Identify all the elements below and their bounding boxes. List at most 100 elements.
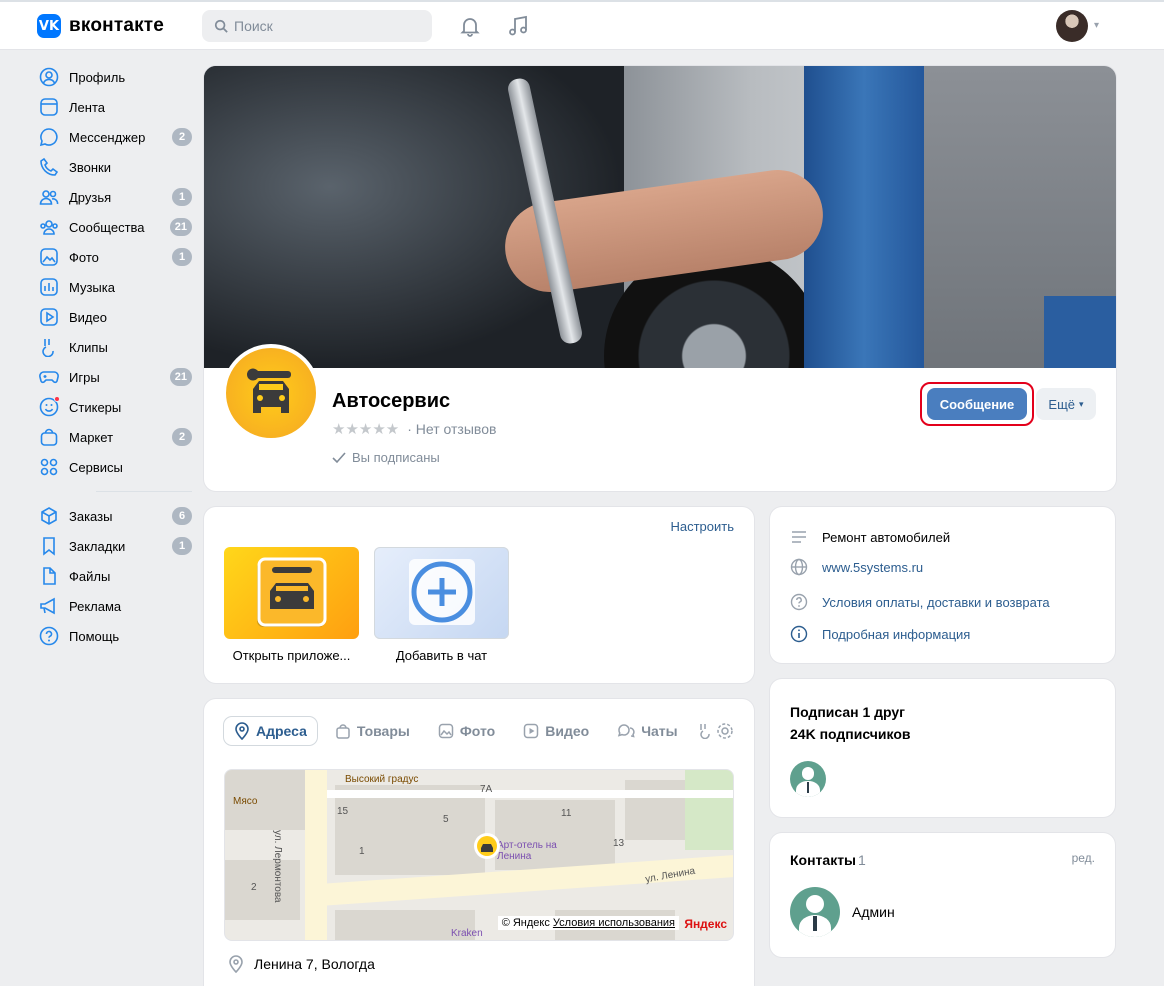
box-icon xyxy=(39,506,59,526)
subscribers-summary[interactable]: Подписан 1 друг 24K подписчиков xyxy=(790,701,910,745)
app-tile-add-chat[interactable] xyxy=(374,547,509,639)
sidebar-item[interactable]: Мессенджер 2 xyxy=(36,122,196,152)
info-circle-icon xyxy=(790,625,808,643)
sidebar-item-label: Закладки xyxy=(69,538,126,554)
music-icon xyxy=(39,277,59,297)
clips-icon[interactable] xyxy=(698,723,712,739)
left-sidebar: Профиль Лента Мессенджер 2 Звонки Друзья 1 Сооб… xyxy=(36,62,196,651)
map-number: 5 xyxy=(443,814,449,825)
sidebar-item[interactable]: Файлы xyxy=(36,561,196,591)
bell-icon[interactable] xyxy=(458,14,482,38)
map-marker-icon[interactable] xyxy=(473,832,501,860)
address-text: Ленина 7, Вологда xyxy=(254,956,375,972)
details-link[interactable]: Подробная информация xyxy=(822,627,970,642)
rating[interactable]: ★★★★★ · Нет отзывов xyxy=(332,420,496,438)
search-input[interactable] xyxy=(234,18,414,34)
vk-logo[interactable]: VK вконтакте xyxy=(37,14,164,38)
sidebar-item-label: Заказы xyxy=(69,508,113,524)
text-lines-icon xyxy=(790,528,808,546)
edit-contacts-link[interactable]: ред. xyxy=(1072,851,1095,865)
tab-addresses[interactable]: Адреса xyxy=(224,717,317,745)
sidebar-item-label: Стикеры xyxy=(69,399,122,415)
app-label-open[interactable]: Открыть приложе... xyxy=(224,648,359,663)
reviews-count[interactable]: · Нет отзывов xyxy=(407,421,496,437)
contact-avatar[interactable] xyxy=(790,887,840,937)
sidebar-item[interactable]: Звонки xyxy=(36,152,196,182)
gear-icon[interactable] xyxy=(716,722,734,740)
tab-video[interactable]: Видео xyxy=(513,717,599,745)
globe-icon xyxy=(790,558,808,576)
sidebar-item[interactable]: Лента xyxy=(36,92,196,122)
contact-name[interactable]: Админ xyxy=(852,904,895,920)
sidebar-item[interactable]: Стикеры xyxy=(36,392,196,422)
content-tabs: Адреса Товары Фото Видео Чаты xyxy=(224,717,696,745)
sidebar-item[interactable]: Друзья 1 xyxy=(36,182,196,212)
sidebar-item-label: Звонки xyxy=(69,159,111,175)
sidebar-item-label: Маркет xyxy=(69,429,114,445)
bookmark-icon xyxy=(39,536,59,556)
configure-link[interactable]: Настроить xyxy=(670,519,734,534)
market-bag-icon xyxy=(39,427,59,447)
music-note-icon[interactable] xyxy=(506,14,530,38)
sidebar-item-label: Реклама xyxy=(69,598,122,614)
sidebar-item[interactable]: Заказы 6 xyxy=(36,501,196,531)
tab-goods[interactable]: Товары xyxy=(325,717,420,745)
category-row: Ремонт автомобилей xyxy=(790,528,950,546)
map-terms-link[interactable]: Условия использования xyxy=(553,917,675,929)
contacts-title[interactable]: Контакты 1 xyxy=(790,852,866,868)
website-row[interactable]: www.5systems.ru xyxy=(790,558,923,576)
counter-badge: 21 xyxy=(169,368,192,386)
address-row[interactable]: Ленина 7, Вологда xyxy=(228,955,375,973)
sidebar-item-label: Игры xyxy=(69,369,100,385)
clips-icon xyxy=(39,337,59,357)
group-name: Автосервис xyxy=(332,390,451,412)
website-link[interactable]: www.5systems.ru xyxy=(822,560,923,575)
sidebar-item[interactable]: Клипы xyxy=(36,332,196,362)
sidebar-item[interactable]: Сервисы xyxy=(36,452,196,482)
map-number: 7А xyxy=(480,784,493,795)
tab-label: Товары xyxy=(356,723,410,739)
friends-subscribed: Подписан 1 друг xyxy=(790,704,906,720)
sidebar-item-label: Музыка xyxy=(69,279,115,295)
app-label-add-chat[interactable]: Добавить в чат xyxy=(374,648,509,663)
sidebar-item[interactable]: Помощь xyxy=(36,621,196,651)
chevron-down-icon[interactable]: ▾ xyxy=(1094,20,1099,31)
yandex-map[interactable]: Высокий градус Мясо ул. Лермонтова ул. Л… xyxy=(224,769,734,941)
message-button[interactable]: Сообщение xyxy=(927,388,1027,420)
terms-link[interactable]: Условия оплаты, доставки и возврата xyxy=(822,595,1050,610)
group-header-card: Автосервис ★★★★★ · Нет отзывов Вы подпис… xyxy=(204,66,1116,491)
group-avatar[interactable] xyxy=(222,344,320,442)
map-number: 15 xyxy=(337,806,349,817)
sidebar-item[interactable]: Маркет 2 xyxy=(36,422,196,452)
content-tabs-card: Адреса Товары Фото Видео Чаты Высокий гр… xyxy=(204,699,754,986)
subscription-status[interactable]: Вы подписаны xyxy=(332,450,440,465)
map-poi: Арт-отель на Ленина xyxy=(497,840,557,862)
tab-chats[interactable]: Чаты xyxy=(607,717,687,745)
sidebar-item[interactable]: Профиль xyxy=(36,62,196,92)
terms-row[interactable]: Условия оплаты, доставки и возврата xyxy=(790,593,1050,611)
sidebar-item[interactable]: Реклама xyxy=(36,591,196,621)
details-row[interactable]: Подробная информация xyxy=(790,625,970,643)
counter-badge: 21 xyxy=(169,218,192,236)
sidebar-item[interactable]: Видео xyxy=(36,302,196,332)
yandex-brand: Яндекс xyxy=(684,917,727,931)
sidebar-item[interactable]: Сообщества 21 xyxy=(36,212,196,242)
friend-avatar[interactable] xyxy=(790,761,826,797)
sidebar-item[interactable]: Игры 21 xyxy=(36,362,196,392)
counter-badge: 1 xyxy=(172,248,192,266)
sidebar-item-label: Сервисы xyxy=(69,459,123,475)
vk-logo-icon: VK xyxy=(37,14,61,38)
sidebar-item-label: Помощь xyxy=(69,628,120,644)
map-poi: Мясо xyxy=(233,796,258,807)
search-box[interactable] xyxy=(202,10,432,42)
tab-photo[interactable]: Фото xyxy=(428,717,505,745)
more-button[interactable]: Ещё ▾ xyxy=(1036,388,1096,420)
communities-icon xyxy=(39,217,59,237)
app-tile-open[interactable] xyxy=(224,547,359,639)
user-avatar[interactable] xyxy=(1056,10,1088,42)
counter-badge: 6 xyxy=(172,507,192,525)
car-wrench-icon xyxy=(247,368,291,413)
sidebar-item[interactable]: Фото 1 xyxy=(36,242,196,272)
sidebar-item[interactable]: Закладки 1 xyxy=(36,531,196,561)
sidebar-item[interactable]: Музыка xyxy=(36,272,196,302)
